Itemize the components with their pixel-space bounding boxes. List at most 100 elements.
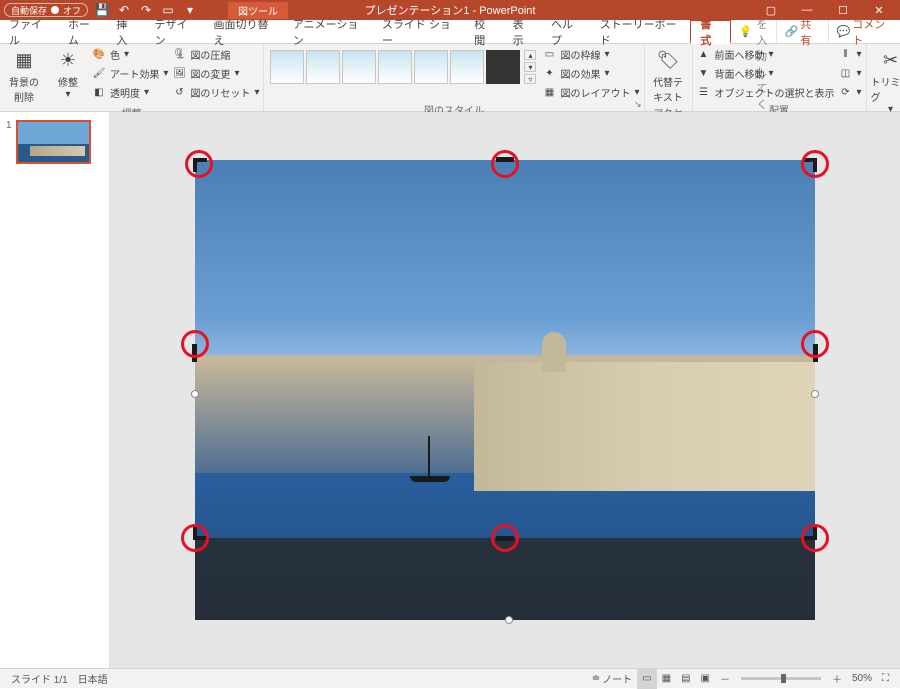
selection-handle[interactable] xyxy=(191,390,199,398)
tab-slideshow[interactable]: スライド ショー xyxy=(373,20,465,43)
corrections-button[interactable]: ☀ 修整▾ xyxy=(48,46,88,100)
undo-icon[interactable]: ↶ xyxy=(116,2,132,18)
artistic-effects-button[interactable]: 🖌アート効果 ▾ xyxy=(92,65,168,82)
compress-pictures-button[interactable]: 🗜図の圧縮 xyxy=(172,46,259,63)
language-indicator[interactable]: 日本語 xyxy=(73,669,113,689)
workspace: 1 xyxy=(0,112,900,668)
tab-home[interactable]: ホーム xyxy=(59,20,107,43)
tab-file[interactable]: ファイル xyxy=(0,20,59,43)
selection-handle[interactable] xyxy=(505,616,513,624)
thumbnail-preview[interactable] xyxy=(16,120,91,164)
alt-text-icon: 🏷 xyxy=(656,48,680,72)
crop-handle-top[interactable] xyxy=(496,157,514,162)
autosave-toggle[interactable]: 自動保存 オフ xyxy=(4,3,88,17)
tab-animations[interactable]: アニメーション xyxy=(284,20,373,43)
comment-button[interactable]: 💬コメント xyxy=(828,20,900,43)
color-icon: 🎨 xyxy=(92,48,106,62)
reading-view-button[interactable]: ▤ xyxy=(676,669,695,689)
tab-help[interactable]: ヘルプ xyxy=(542,20,591,43)
ribbon: ▦ 背景の 削除 ☀ 修整▾ 🎨色 ▾ 🖌アート効果 ▾ ◧透明度 ▾ 🗜図の圧… xyxy=(0,44,900,112)
corrections-icon: ☀ xyxy=(56,48,80,72)
close-button[interactable]: ✕ xyxy=(862,0,896,20)
zoom-slider[interactable] xyxy=(741,677,821,680)
normal-view-button[interactable]: ▭ xyxy=(637,669,656,689)
save-icon[interactable]: 💾 xyxy=(94,2,110,18)
group-objects-button[interactable]: ◫▾ xyxy=(839,65,862,82)
crop-handle-right[interactable] xyxy=(813,344,818,362)
slideshow-icon: ▣ xyxy=(701,673,710,684)
tell-me-search[interactable]: 💡 実行したい作業を入力してください xyxy=(731,20,776,43)
qat-more-icon[interactable]: ▾ xyxy=(182,2,198,18)
gallery-down-icon[interactable]: ▾ xyxy=(524,62,536,72)
rotate-icon: ⟳ xyxy=(839,86,853,100)
reading-view-icon: ▤ xyxy=(681,673,690,684)
start-slideshow-icon[interactable]: ▭ xyxy=(160,2,176,18)
bring-forward-button[interactable]: ▲前面へ移動 ▾ xyxy=(697,46,835,63)
style-thumb[interactable] xyxy=(450,50,484,84)
send-backward-button[interactable]: ▼背面へ移動 ▾ xyxy=(697,65,835,82)
crop-button[interactable]: ✂ トリミング▾ xyxy=(871,46,900,115)
slide-thumbnail-pane[interactable]: 1 xyxy=(0,112,110,668)
document-title: プレゼンテーション1 - PowerPoint xyxy=(365,2,536,18)
transparency-button[interactable]: ◧透明度 ▾ xyxy=(92,84,168,101)
change-picture-button[interactable]: 🖼図の変更 ▾ xyxy=(172,65,259,82)
selection-handle[interactable] xyxy=(811,390,819,398)
transparency-icon: ◧ xyxy=(92,86,106,100)
tab-insert[interactable]: 挿入 xyxy=(107,20,145,43)
style-thumb[interactable] xyxy=(306,50,340,84)
share-button[interactable]: 🔗共有 xyxy=(776,20,828,43)
notes-button[interactable]: ≐ノート xyxy=(587,669,637,689)
minimize-button[interactable]: ― xyxy=(790,0,824,20)
align-button[interactable]: ⫴▾ xyxy=(839,46,862,63)
picture-styles-gallery[interactable]: ▴ ▾ ▿ xyxy=(268,46,538,88)
crop-handle-left[interactable] xyxy=(192,344,197,362)
fit-to-window-button[interactable]: ⛶ xyxy=(877,669,894,689)
rotate-button[interactable]: ⟳▾ xyxy=(839,84,862,101)
style-thumb[interactable] xyxy=(414,50,448,84)
tab-storyboard[interactable]: ストーリーボード xyxy=(591,20,691,43)
picture-effects-button[interactable]: ✦図の効果 ▾ xyxy=(542,65,639,82)
selected-picture[interactable] xyxy=(195,160,815,620)
send-backward-icon: ▼ xyxy=(697,67,711,81)
tab-format[interactable]: 書式 xyxy=(690,20,730,44)
style-thumb[interactable] xyxy=(342,50,376,84)
color-button[interactable]: 🎨色 ▾ xyxy=(92,46,168,63)
normal-view-icon: ▭ xyxy=(642,673,651,684)
gallery-up-icon[interactable]: ▴ xyxy=(524,50,536,60)
tab-transitions[interactable]: 画面切り替え xyxy=(204,20,283,43)
sorter-view-icon: ▦ xyxy=(662,673,671,684)
tab-design[interactable]: デザイン xyxy=(146,20,205,43)
remove-background-button[interactable]: ▦ 背景の 削除 xyxy=(4,46,44,104)
picture-border-button[interactable]: ▭図の枠線 ▾ xyxy=(542,46,639,63)
reset-picture-button[interactable]: ↺図のリセット ▾ xyxy=(172,84,259,101)
crop-handle-top-right[interactable] xyxy=(803,158,817,172)
crop-handle-bottom-right[interactable] xyxy=(803,526,817,540)
zoom-in-button[interactable]: ＋ xyxy=(827,669,847,689)
group-adjust: ▦ 背景の 削除 ☀ 修整▾ 🎨色 ▾ 🖌アート効果 ▾ ◧透明度 ▾ 🗜図の圧… xyxy=(0,44,264,111)
zoom-out-button[interactable]: － xyxy=(715,669,735,689)
slide-thumbnail[interactable]: 1 xyxy=(6,120,103,164)
redo-icon[interactable]: ↷ xyxy=(138,2,154,18)
style-thumb[interactable] xyxy=(486,50,520,84)
ribbon-options-icon[interactable]: ▢ xyxy=(754,0,788,20)
selection-pane-button[interactable]: ☰オブジェクトの選択と表示 xyxy=(697,84,835,101)
gallery-more-icon[interactable]: ▿ xyxy=(524,74,536,84)
alt-text-button[interactable]: 🏷 代替テ キスト xyxy=(649,46,688,104)
slideshow-view-button[interactable]: ▣ xyxy=(696,669,715,689)
maximize-button[interactable]: ☐ xyxy=(826,0,860,20)
style-thumb[interactable] xyxy=(270,50,304,84)
crop-handle-bottom-left[interactable] xyxy=(193,526,207,540)
crop-handle-bottom[interactable] xyxy=(496,536,514,541)
slide-canvas[interactable] xyxy=(110,112,900,668)
bring-forward-icon: ▲ xyxy=(697,48,711,62)
style-thumb[interactable] xyxy=(378,50,412,84)
tab-view[interactable]: 表示 xyxy=(504,20,542,43)
slide-counter[interactable]: スライド 1/1 xyxy=(6,669,73,689)
compress-icon: 🗜 xyxy=(172,48,186,62)
sorter-view-button[interactable]: ▦ xyxy=(657,669,676,689)
picture-layout-button[interactable]: ▦図のレイアウト ▾ xyxy=(542,84,639,101)
zoom-level[interactable]: 50% xyxy=(847,669,877,689)
crop-handle-top-left[interactable] xyxy=(193,158,207,172)
tab-review[interactable]: 校閲 xyxy=(465,20,503,43)
dialog-launcher-icon[interactable]: ↘ xyxy=(634,99,642,110)
